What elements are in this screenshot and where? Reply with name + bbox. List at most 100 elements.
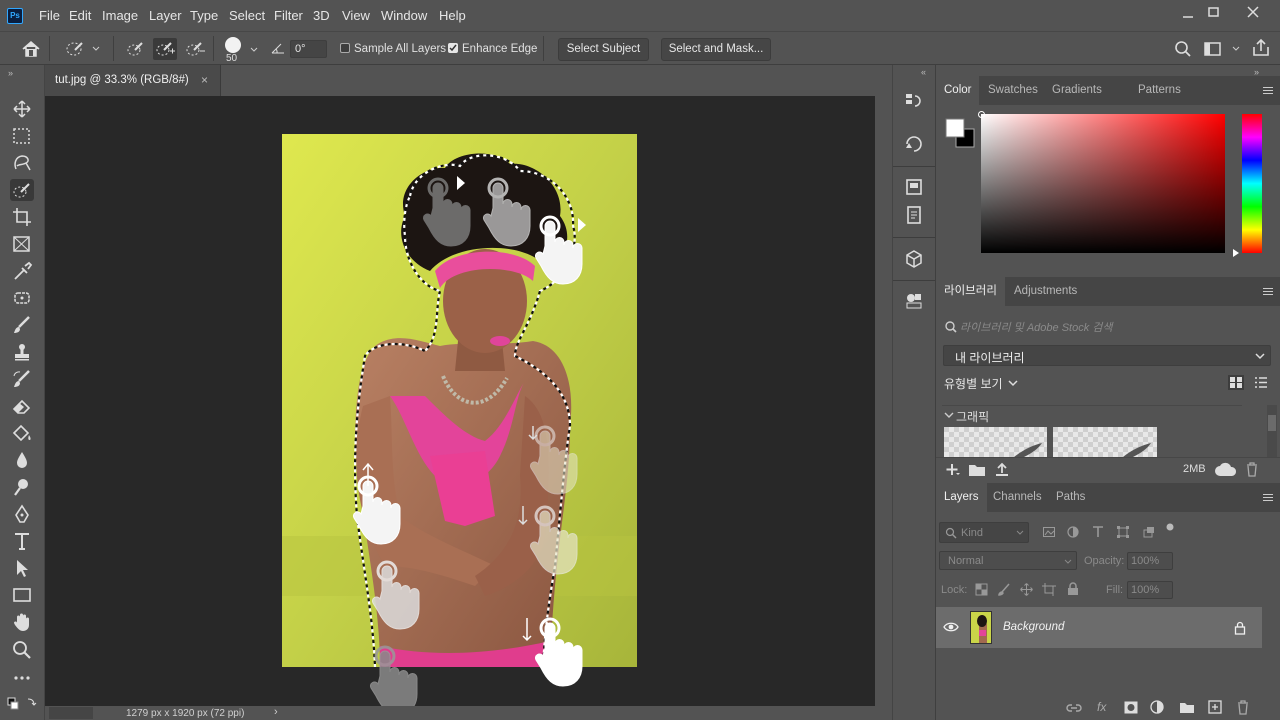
pen-tool-icon[interactable] <box>10 503 34 525</box>
move-tool-icon[interactable] <box>10 98 34 120</box>
color-picker-handle[interactable] <box>978 111 985 118</box>
lasso-tool-icon[interactable] <box>10 152 34 174</box>
tab-patterns[interactable]: Patterns <box>1130 76 1189 105</box>
tab-channels[interactable]: Channels <box>985 483 1050 512</box>
tab-layers[interactable]: Layers <box>936 483 987 512</box>
library-graphic-item[interactable] <box>1053 427 1157 457</box>
search-icon[interactable] <box>1174 40 1192 58</box>
hue-slider[interactable] <box>1242 114 1262 253</box>
library-graphic-item[interactable] <box>944 427 1047 457</box>
subtract-from-selection-icon[interactable] <box>183 38 207 60</box>
opacity-field[interactable]: 100% <box>1127 552 1173 570</box>
lock-transparent-pixels-icon[interactable] <box>975 583 988 596</box>
view-by-type-dropdown[interactable]: 유형별 보기 <box>944 375 1003 392</box>
sample-all-layers-checkbox[interactable] <box>340 43 350 53</box>
tab-color[interactable]: Color <box>936 76 980 105</box>
marquee-tool-icon[interactable] <box>10 125 34 147</box>
tool-preset-picker[interactable] <box>62 39 102 59</box>
new-layer-icon[interactable] <box>1208 700 1222 714</box>
blend-mode-select[interactable]: Normal <box>939 551 1077 570</box>
restore-button[interactable] <box>1203 4 1225 22</box>
status-menu-arrow-icon[interactable]: › <box>274 706 278 718</box>
libraries-panel-menu-icon[interactable] <box>1263 288 1273 297</box>
foreground-background-color-icon[interactable] <box>4 695 40 717</box>
materials-panel-icon[interactable] <box>904 291 924 311</box>
tab-libraries[interactable]: 라이브러리 <box>936 277 1005 306</box>
color-picker-field[interactable] <box>981 114 1225 253</box>
share-icon[interactable] <box>1251 38 1271 58</box>
collapse-toolbar-icon[interactable]: » <box>8 68 13 78</box>
properties-panel-icon[interactable] <box>904 134 924 154</box>
list-view-icon[interactable] <box>1253 375 1269 390</box>
filter-type-icon[interactable] <box>1091 525 1105 539</box>
layer-lock-icon[interactable] <box>1234 621 1246 635</box>
document-canvas[interactable] <box>45 96 875 706</box>
layer-visibility-eye-icon[interactable] <box>943 621 959 633</box>
menu-3d[interactable]: 3D <box>313 8 330 23</box>
vertical-scrollbar[interactable] <box>875 96 892 706</box>
filter-toggle-icon[interactable] <box>1164 521 1176 535</box>
menu-layer[interactable]: Layer <box>149 8 182 23</box>
link-layers-icon[interactable] <box>1066 702 1082 714</box>
menu-file[interactable]: File <box>39 8 60 23</box>
lock-image-pixels-icon[interactable] <box>998 583 1011 596</box>
menu-type[interactable]: Type <box>190 8 218 23</box>
select-and-mask-button[interactable]: Select and Mask... <box>661 38 771 61</box>
add-to-selection-icon[interactable] <box>153 38 177 60</box>
dodge-tool-icon[interactable] <box>10 476 34 498</box>
workspace-switcher-icon[interactable] <box>1203 40 1243 58</box>
blur-tool-icon[interactable] <box>10 449 34 471</box>
edit-toolbar-icon[interactable] <box>10 667 34 689</box>
clone-stamp-tool-icon[interactable] <box>10 341 34 363</box>
filter-pixel-icon[interactable] <box>1042 525 1056 539</box>
layer-name[interactable]: Background <box>1003 621 1064 633</box>
history-brush-tool-icon[interactable] <box>10 368 34 390</box>
brush-tool-icon[interactable] <box>10 314 34 336</box>
path-selection-tool-icon[interactable] <box>10 557 34 579</box>
library-scrollbar[interactable] <box>1267 405 1277 457</box>
frame-tool-icon[interactable] <box>10 233 34 255</box>
menu-image[interactable]: Image <box>102 8 138 23</box>
type-tool-icon[interactable] <box>10 530 34 552</box>
fill-field[interactable]: 100% <box>1127 581 1173 599</box>
tab-swatches[interactable]: Swatches <box>980 76 1046 105</box>
add-mask-icon[interactable] <box>1124 701 1138 714</box>
filter-adjustment-icon[interactable] <box>1066 525 1080 539</box>
layer-row[interactable]: Background <box>936 607 1262 648</box>
library-select[interactable]: 내 라이브러리 <box>943 345 1271 366</box>
rectangle-tool-icon[interactable] <box>10 584 34 606</box>
lock-position-icon[interactable] <box>1020 583 1033 596</box>
layer-filter-kind[interactable]: Kind <box>939 522 1029 543</box>
healing-brush-tool-icon[interactable] <box>10 287 34 309</box>
new-adjustment-layer-icon[interactable] <box>1150 700 1164 714</box>
filter-shape-icon[interactable] <box>1116 525 1130 539</box>
filter-smart-object-icon[interactable] <box>1142 525 1156 539</box>
fg-bg-swatches[interactable] <box>944 117 976 149</box>
menu-filter[interactable]: Filter <box>274 8 303 23</box>
delete-layer-icon[interactable] <box>1236 700 1250 715</box>
document-tab[interactable]: tut.jpg @ 33.3% (RGB/8#) × <box>45 65 221 96</box>
upload-icon[interactable] <box>994 461 1010 477</box>
menu-view[interactable]: View <box>342 8 370 23</box>
adjustments-panel-icon[interactable] <box>904 205 924 225</box>
eraser-tool-icon[interactable] <box>10 395 34 417</box>
hand-tool-icon[interactable] <box>10 611 34 633</box>
zoom-field[interactable] <box>49 707 93 719</box>
collapse-panels-icon[interactable]: « <box>921 67 926 77</box>
lock-all-icon[interactable] <box>1067 582 1079 596</box>
tab-adjustments[interactable]: Adjustments <box>1006 277 1085 306</box>
angle-field[interactable]: 0° <box>290 40 327 58</box>
minimize-button[interactable] <box>1177 6 1199 24</box>
new-selection-icon[interactable] <box>124 38 148 60</box>
paint-bucket-tool-icon[interactable] <box>10 422 34 444</box>
folder-icon[interactable] <box>968 462 986 477</box>
canvas-area[interactable] <box>45 96 875 706</box>
brush-size-picker[interactable]: 50 <box>222 36 262 64</box>
menu-edit[interactable]: Edit <box>69 8 91 23</box>
crop-tool-icon[interactable] <box>10 206 34 228</box>
3d-panel-icon[interactable] <box>904 249 924 269</box>
tab-gradients[interactable]: Gradients <box>1044 76 1110 105</box>
new-group-icon[interactable] <box>1179 701 1195 714</box>
close-document-icon[interactable]: × <box>201 73 208 87</box>
close-window-button[interactable] <box>1242 4 1264 22</box>
